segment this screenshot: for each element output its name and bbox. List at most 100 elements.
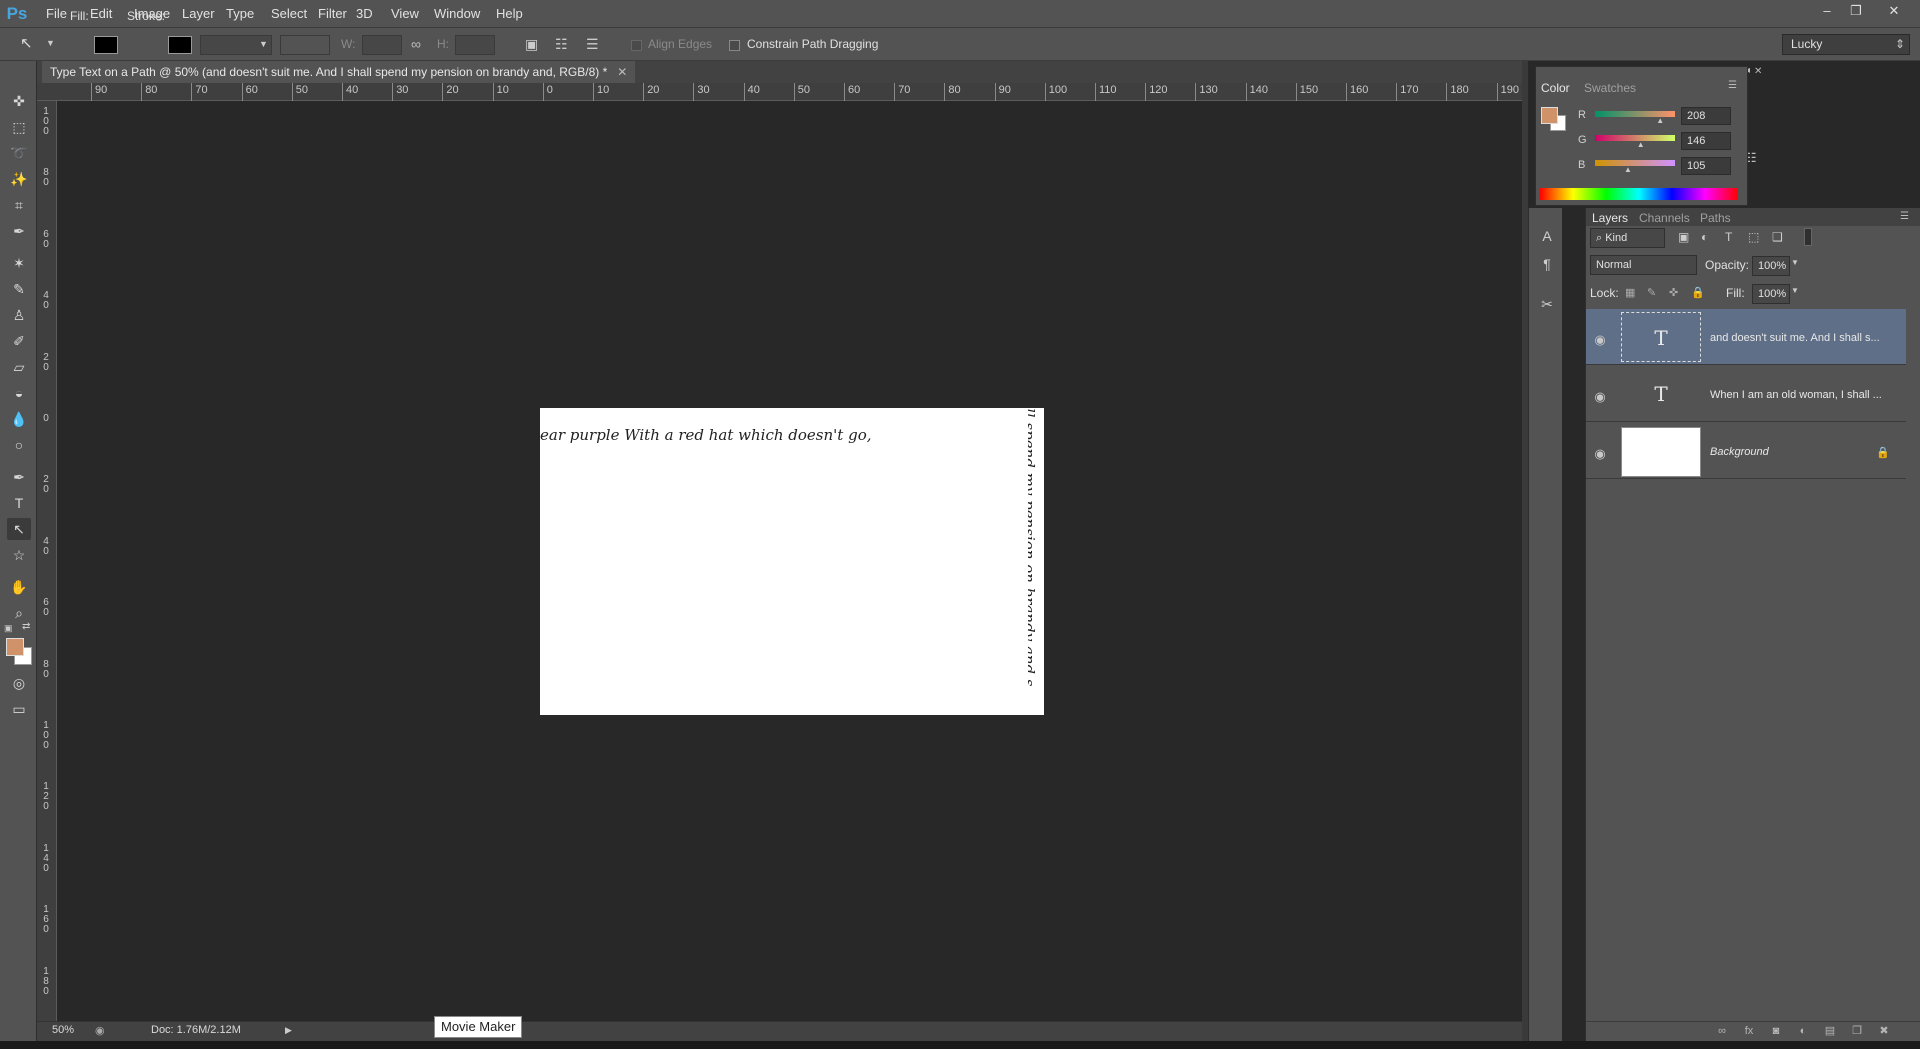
quick-mask-icon[interactable]: ◎	[7, 672, 31, 694]
tab-channels[interactable]: Channels	[1639, 208, 1690, 228]
width-field[interactable]	[362, 35, 402, 55]
paragraph-panel-icon[interactable]: ¶	[1537, 254, 1557, 274]
menu-3d[interactable]: 3D	[350, 0, 379, 28]
magic-wand-tool-icon[interactable]: ✨	[7, 168, 31, 190]
workspace-select[interactable]: Lucky ⇕	[1782, 34, 1910, 55]
swap-colors-icon[interactable]: ⇄	[22, 621, 30, 632]
chevron-down-icon[interactable]: ▼	[259, 39, 268, 49]
new-layer-icon[interactable]: ❐	[1849, 1023, 1865, 1039]
fill-opacity-field[interactable]: 100%	[1752, 284, 1790, 304]
visibility-eye-icon[interactable]: ◉	[1593, 446, 1607, 462]
red-slider-handle[interactable]: ▲	[1656, 116, 1664, 125]
opacity-chevron-icon[interactable]: ▼	[1791, 258, 1799, 267]
crop-tool-icon[interactable]: ⌗	[7, 194, 31, 216]
layer-name[interactable]: Background	[1710, 446, 1892, 458]
menu-filter[interactable]: Filter	[312, 0, 353, 28]
blue-value[interactable]: 105	[1681, 157, 1731, 175]
menu-file[interactable]: File	[40, 0, 73, 28]
fill-swatch[interactable]	[94, 36, 118, 54]
adjustment-filter-icon[interactable]: ◐	[1701, 230, 1708, 244]
new-group-icon[interactable]: ▤	[1822, 1023, 1838, 1039]
zoom-level[interactable]: 50%	[52, 1024, 74, 1036]
shape-filter-icon[interactable]: ⬚	[1748, 230, 1759, 244]
path-alignment-icon[interactable]: ☷	[555, 36, 568, 53]
menu-type[interactable]: Type	[220, 0, 260, 28]
lock-pixels-icon[interactable]: ✎	[1647, 286, 1656, 299]
history-brush-tool-icon[interactable]: ✐	[7, 330, 31, 352]
red-value[interactable]: 208	[1681, 107, 1731, 125]
color-fg-swatch[interactable]	[1541, 107, 1558, 124]
kind-filter-select[interactable]: ⌕ Kind	[1590, 228, 1665, 248]
pixel-filter-icon[interactable]: ▣	[1678, 230, 1689, 244]
link-icon[interactable]: ∞	[411, 36, 421, 52]
type-tool-icon[interactable]: T	[7, 492, 31, 514]
constrain-path-checkbox[interactable]	[729, 40, 740, 51]
path-text-vertical[interactable]: ll spend my pension on brandy and s	[1028, 408, 1038, 686]
add-mask-icon[interactable]: ◙	[1768, 1023, 1784, 1039]
default-colors-icon[interactable]: ▣	[4, 623, 13, 634]
tool-presets-icon[interactable]: ✂	[1537, 294, 1557, 314]
lock-all-icon[interactable]: 🔒	[1691, 286, 1705, 299]
delete-layer-icon[interactable]: ✖	[1876, 1023, 1892, 1039]
brush-tool-icon[interactable]: ✎	[7, 278, 31, 300]
blend-mode-select[interactable]: Normal	[1590, 255, 1697, 275]
menu-window[interactable]: Window	[428, 0, 486, 28]
screen-mode-icon[interactable]: ▭	[7, 698, 31, 720]
minimize-icon[interactable]: –	[1816, 2, 1838, 20]
link-layers-icon[interactable]: ∞	[1714, 1023, 1730, 1039]
status-info-icon[interactable]: ◉	[95, 1024, 105, 1037]
type-filter-icon[interactable]: T	[1725, 230, 1732, 244]
path-selection-tool-icon[interactable]: ↖	[20, 34, 33, 52]
status-menu-arrow-icon[interactable]: ▶	[285, 1025, 292, 1036]
close-icon[interactable]: ✕	[1883, 2, 1905, 20]
foreground-color-swatch[interactable]	[6, 638, 24, 656]
document-tab[interactable]: Type Text on a Path @ 50% (and doesn't s…	[42, 61, 636, 83]
close-panel-icon[interactable]: ✕	[1754, 66, 1762, 77]
fill-chevron-icon[interactable]: ▼	[1791, 286, 1799, 295]
layers-panel-menu-icon[interactable]: ☰	[1900, 211, 1909, 222]
tab-layers[interactable]: Layers	[1592, 208, 1628, 228]
layer-name[interactable]: When I am an old woman, I shall ...	[1710, 389, 1892, 401]
eraser-tool-icon[interactable]: ▱	[7, 356, 31, 378]
pen-tool-icon[interactable]: ✒	[7, 466, 31, 488]
marquee-tool-icon[interactable]: ⬚	[7, 116, 31, 138]
lock-transparent-icon[interactable]: ▦	[1625, 286, 1635, 299]
tab-paths[interactable]: Paths	[1700, 208, 1731, 228]
layer-style-icon[interactable]: fx	[1741, 1023, 1757, 1039]
adjustment-layer-icon[interactable]: ◐	[1795, 1023, 1811, 1039]
path-arrangement-icon[interactable]: ☰	[586, 36, 599, 53]
hand-tool-icon[interactable]: ✋	[7, 576, 31, 598]
menu-edit[interactable]: Edit	[84, 0, 118, 28]
shape-tool-icon[interactable]: ☆	[7, 544, 31, 566]
visibility-eye-icon[interactable]: ◉	[1593, 332, 1607, 348]
green-slider[interactable]	[1595, 135, 1675, 141]
path-selection-tool-icon[interactable]: ↖	[7, 518, 31, 540]
stroke-type-field[interactable]	[280, 35, 330, 55]
paint-bucket-tool-icon[interactable]: ◒	[7, 382, 31, 404]
healing-brush-tool-icon[interactable]: ✶	[7, 252, 31, 274]
blur-tool-icon[interactable]: 💧	[7, 408, 31, 430]
stroke-swatch[interactable]	[168, 36, 192, 54]
height-field[interactable]	[455, 35, 495, 55]
lock-position-icon[interactable]: ✜	[1669, 286, 1678, 299]
green-value[interactable]: 146	[1681, 132, 1731, 150]
tab-color[interactable]: Color	[1541, 78, 1570, 98]
menu-layer[interactable]: Layer	[176, 0, 221, 28]
green-slider-handle[interactable]: ▲	[1637, 140, 1645, 149]
blue-slider[interactable]	[1595, 160, 1675, 166]
filter-toggle[interactable]	[1804, 228, 1812, 246]
path-operations-icon[interactable]: ▣	[525, 36, 538, 53]
close-tab-icon[interactable]: ✕	[617, 65, 627, 79]
dodge-tool-icon[interactable]: ○	[7, 434, 31, 456]
character-panel-icon[interactable]: A	[1537, 226, 1557, 246]
document-canvas[interactable]: ear purple With a red hat which doesn't …	[540, 408, 1044, 715]
menu-help[interactable]: Help	[490, 0, 529, 28]
color-spectrum[interactable]	[1540, 188, 1738, 200]
layer-name[interactable]: and doesn't suit me. And I shall s...	[1710, 332, 1892, 344]
blue-slider-handle[interactable]: ▲	[1624, 165, 1632, 174]
eyedropper-tool-icon[interactable]: ✒	[7, 220, 31, 242]
panel-menu-icon[interactable]: ☰	[1728, 80, 1737, 91]
tool-preset-chevron-icon[interactable]: ▼	[46, 38, 55, 48]
align-edges-checkbox[interactable]	[631, 40, 642, 51]
lasso-tool-icon[interactable]: ➰	[7, 142, 31, 164]
